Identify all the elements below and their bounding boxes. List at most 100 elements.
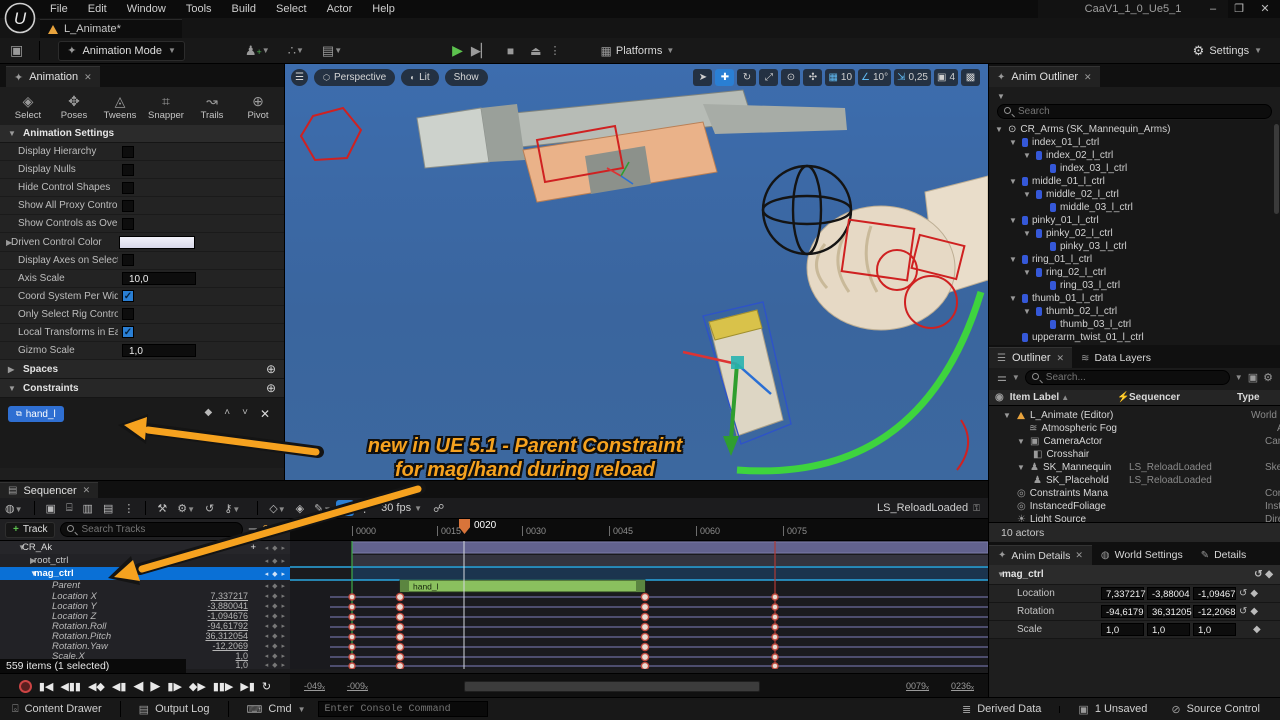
more-options-icon[interactable]: ⋮ — [118, 502, 139, 515]
auto-keyframe-icon[interactable]: ◈ — [291, 502, 309, 515]
camera-icon[interactable]: ▥ — [78, 502, 98, 515]
reset-icon[interactable]: ↺ ◆ — [1254, 569, 1280, 580]
column-type[interactable]: Type — [1237, 392, 1260, 403]
tree-item[interactable]: ▼thumb_01_l_ctrl — [1009, 292, 1103, 305]
rotate-tool-icon[interactable]: ↻ — [737, 69, 756, 86]
close-icon[interactable]: ✕ — [1084, 72, 1092, 83]
key-nav-icons[interactable]: ◂ ◆ ▸ — [265, 557, 286, 565]
tree-item[interactable]: ▼pinky_01_l_ctrl — [1009, 214, 1099, 227]
add-actor-icon[interactable]: ♟+ — [245, 43, 262, 59]
expander-icon[interactable]: ▶ — [0, 238, 9, 247]
tool-snapper[interactable]: ⌗Snapper — [144, 93, 188, 121]
cmd-dropdown[interactable]: ⌨ Cmd ▼ — [235, 703, 318, 716]
timeline-tracks-area[interactable]: hand_l — [290, 541, 988, 669]
scale-snap-toggle[interactable]: ⇲0,25 — [894, 69, 931, 86]
viewport[interactable]: ☰ ⬡ Perspective ◐ Lit Show ➤ ✚ ↻ ⤢ ⊙ ✣ ▦… — [285, 64, 988, 480]
track-search[interactable] — [60, 522, 242, 537]
derived-data-button[interactable]: ≣ Derived Data — [950, 703, 1053, 716]
scale-x-field[interactable]: 1,0 — [1101, 623, 1144, 636]
track-rotation-roll[interactable]: Rotation.Roll-94,61792◂ ◆ ▸ — [0, 621, 290, 631]
filter-chevron[interactable]: ▼ — [1012, 373, 1020, 382]
menu-select[interactable]: Select — [266, 1, 317, 17]
spaces-section[interactable]: ▶ Spaces ⊕ — [0, 360, 284, 379]
menu-tools[interactable]: Tools — [176, 1, 222, 17]
render-movie-icon[interactable]: ▤ — [98, 502, 118, 515]
scrollbar[interactable] — [1274, 124, 1279, 214]
search-input[interactable] — [997, 104, 1272, 119]
checkbox[interactable] — [122, 218, 134, 230]
tab-world-settings[interactable]: ◍ World Settings — [1092, 545, 1192, 565]
snap-options-icon[interactable]: ⋮ — [354, 502, 375, 515]
checkbox[interactable] — [122, 182, 134, 194]
animation-settings-header[interactable]: ▼ Animation Settings — [0, 125, 284, 143]
key-nav-icons[interactable]: ◂ ◆ ▸ — [265, 622, 286, 630]
location-y-field[interactable]: -3,88004 — [1147, 587, 1190, 600]
tool-tweens[interactable]: ◬Tweens — [98, 93, 142, 121]
key-icon[interactable]: ◆ — [1265, 569, 1273, 580]
previous-key-icon[interactable]: ◀◆ — [88, 680, 105, 693]
tree-item[interactable]: index_03_l_ctrl — [1037, 162, 1127, 175]
settings-label[interactable]: Settings — [1209, 45, 1249, 57]
content-drawer-button[interactable]: ⌺ Content Drawer — [0, 703, 114, 716]
timeline-scrollbar[interactable] — [464, 681, 760, 692]
save-sequence-icon[interactable]: ▣ — [41, 502, 61, 515]
next-key-icon[interactable]: ◆▶ — [189, 680, 206, 693]
tree-item[interactable]: ▼middle_02_l_ctrl — [1023, 188, 1119, 201]
add-section-icon[interactable]: + — [250, 542, 256, 553]
reset-icon[interactable]: ↺ — [1239, 606, 1247, 617]
tree-item[interactable]: ▼middle_01_l_ctrl — [1009, 175, 1105, 188]
restore-button[interactable]: ❐ — [1226, 1, 1252, 17]
tree-item[interactable]: upperarm_twist_01_l_ctrl — [1009, 331, 1144, 344]
tree-item[interactable]: ▼index_01_l_ctrl — [1009, 136, 1099, 149]
edit-icon[interactable]: ✎▼ — [309, 502, 336, 515]
minimize-button[interactable]: – — [1200, 1, 1226, 17]
key-nav-icons[interactable]: ◂ ◆ ▸ — [265, 612, 286, 620]
rotation-roll-field[interactable]: -94,6179 — [1101, 605, 1144, 618]
range-start-outer[interactable]: -049ₓ — [304, 681, 325, 691]
lit-dropdown[interactable]: ◐ Lit — [401, 69, 438, 86]
tree-item[interactable]: pinky_03_l_ctrl — [1037, 240, 1127, 253]
hand-l-constraint-clip[interactable]: hand_l — [400, 580, 645, 592]
filter-chevron-icon[interactable]: ▼ — [997, 92, 1005, 101]
snap-magnet-icon[interactable]: ∩ — [336, 500, 354, 516]
track-parent[interactable]: Parent ◂ ◆ ▸ — [0, 580, 290, 591]
tree-item[interactable]: ▼index_02_l_ctrl — [1023, 149, 1113, 162]
add-constraint-icon[interactable]: ⊕ — [266, 381, 276, 395]
tab-sequencer[interactable]: ▤ Sequencer ✕ — [0, 482, 98, 498]
tree-item[interactable]: ▼pinky_02_l_ctrl — [1023, 227, 1113, 240]
key-icon[interactable]: ◆ — [1247, 606, 1258, 617]
delete-constraint-icon[interactable]: ✕ — [260, 407, 270, 421]
console-input[interactable] — [318, 701, 488, 717]
level-tab[interactable]: L_Animate* — [40, 19, 182, 38]
tab-data-layers[interactable]: ≋ Data Layers — [1072, 348, 1160, 368]
key-icon[interactable]: ◆ — [1253, 624, 1261, 635]
cinematics-icon[interactable]: ▤ — [322, 43, 334, 59]
column-item-label[interactable]: Item Label — [1010, 392, 1059, 403]
lock-icon[interactable]: ⚿ — [973, 503, 980, 514]
track-cr-ak[interactable]: ▼CR_Ak + ◂ ◆ ▸ — [0, 541, 290, 554]
tool-poses[interactable]: ✥Poses — [52, 93, 96, 121]
tree-item[interactable]: ▼ring_02_l_ctrl — [1023, 266, 1106, 279]
visibility-eye-icon[interactable]: ◉ — [989, 392, 1010, 403]
column-sequencer[interactable]: Sequencer — [1129, 392, 1180, 403]
outliner-settings-gear-icon[interactable]: ⚙ — [1263, 371, 1273, 384]
menu-help[interactable]: Help — [362, 1, 405, 17]
platforms-label[interactable]: Platforms — [612, 45, 666, 57]
close-icon[interactable]: ✕ — [84, 72, 92, 83]
editor-mode-select[interactable]: ✦ Animation Mode ▼ — [58, 41, 185, 61]
outliner-row[interactable]: ▼♟SK_MannequinLS_ReloadLoadedSkeletalN — [1017, 461, 1111, 474]
camera-speed[interactable]: ▣4 — [934, 69, 958, 86]
checkbox[interactable] — [122, 146, 134, 158]
outliner-row[interactable]: ◎Constraints ManaConstrair — [1017, 487, 1108, 500]
world-local-toggle-icon[interactable]: ⊙ — [781, 69, 800, 86]
checkbox[interactable] — [122, 164, 134, 176]
tree-item[interactable]: thumb_03_l_ctrl — [1037, 318, 1131, 331]
skip-icon[interactable]: ▶▏ — [463, 43, 499, 59]
menu-window[interactable]: Window — [117, 1, 176, 17]
save-icon[interactable]: ▣ — [0, 42, 33, 59]
key-nav-icons[interactable]: ◂ ◆ ▸ — [265, 592, 286, 600]
keying-icon[interactable]: ↺ — [200, 502, 219, 515]
step-forward-icon[interactable]: ▮▶ — [167, 680, 182, 693]
outliner-row[interactable]: ≊Atmospheric FogAtmosph — [1029, 422, 1117, 435]
outliner-row[interactable]: ♟SK_PlaceholdLS_ReloadLoadedSkeletalN — [1033, 474, 1109, 487]
